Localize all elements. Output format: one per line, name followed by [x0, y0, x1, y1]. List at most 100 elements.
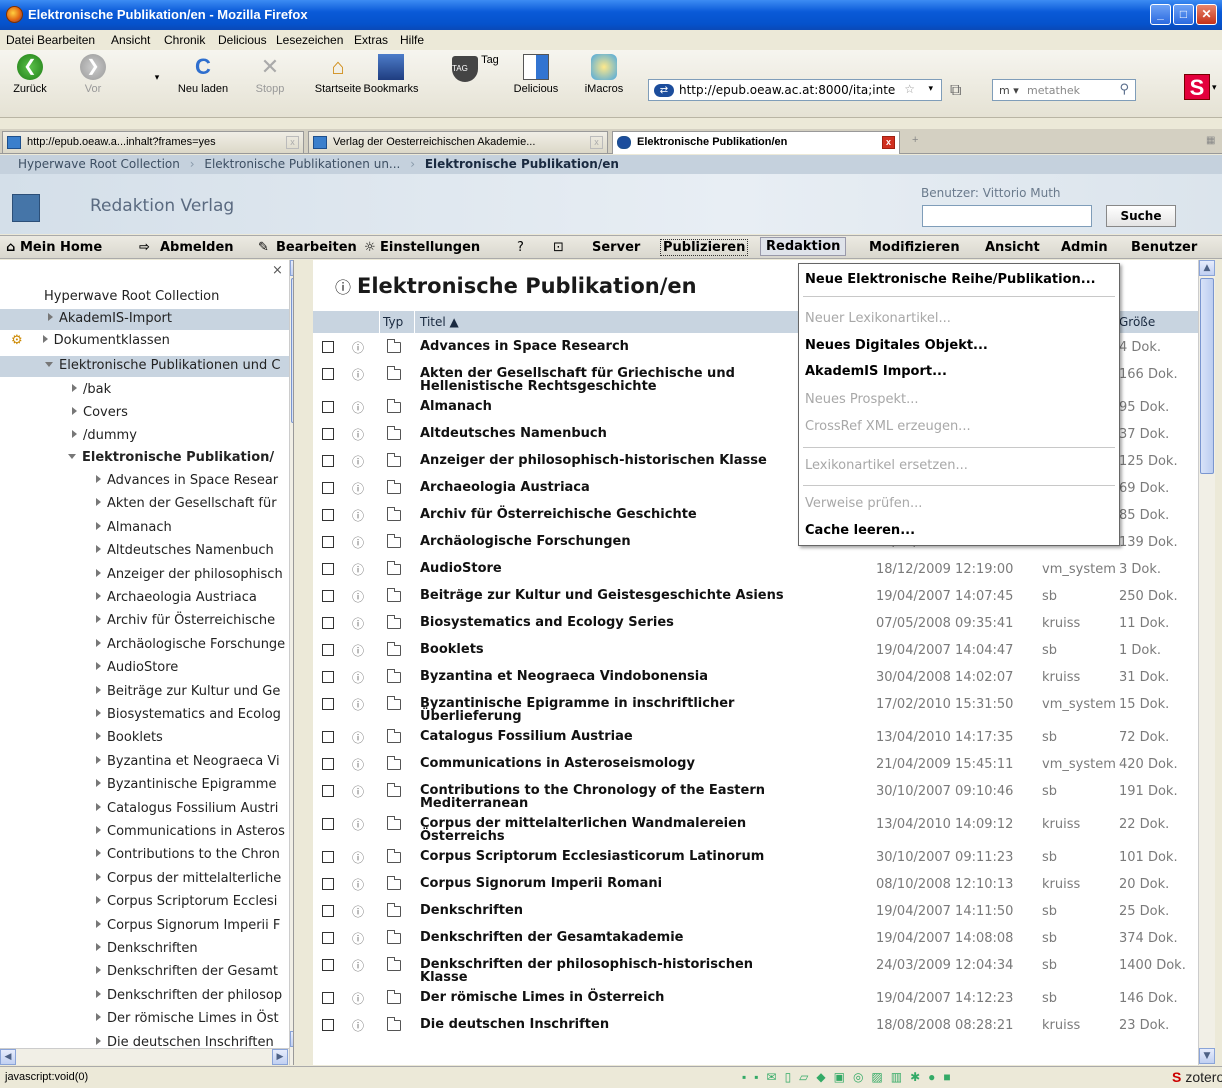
- benutzer-menu[interactable]: Benutzer: [1131, 240, 1197, 255]
- home-button[interactable]: ⌂ Startseite: [308, 54, 368, 95]
- info-icon[interactable]: ⓘ: [352, 957, 364, 974]
- row-checkbox[interactable]: [322, 401, 334, 413]
- close-button[interactable]: ✕: [1196, 4, 1217, 25]
- tree-item[interactable]: Contributions to the Chron: [96, 847, 280, 862]
- table-row[interactable]: ⓘ Denkschriften 19/04/2007 14:11:50 sb 25 Do…: [313, 902, 1198, 929]
- table-row[interactable]: ⓘ AudioStore 18/12/2009 12:19:00 vm_system 3…: [313, 560, 1198, 587]
- info-icon[interactable]: ⓘ: [352, 849, 364, 866]
- tab-1[interactable]: http://epub.oeaw.a...inhalt?frames=yes x: [2, 131, 304, 153]
- row-checkbox[interactable]: [322, 428, 334, 440]
- content-scroll-thumb[interactable]: [1200, 278, 1214, 474]
- screen-grab-icon[interactable]: ⧉: [950, 82, 976, 102]
- overflow-chevron-icon[interactable]: ▾: [1212, 82, 1217, 93]
- tab-close-icon[interactable]: x: [882, 136, 895, 149]
- table-row[interactable]: ⓘ Corpus Signorum Imperii Romani 08/10/200…: [313, 875, 1198, 902]
- row-checkbox[interactable]: [322, 341, 334, 353]
- tag-button[interactable]: TAG Tag: [452, 54, 508, 85]
- tree-item[interactable]: Biosystematics and Ecolog: [96, 707, 281, 722]
- tree-item-covers[interactable]: Covers: [72, 405, 128, 420]
- tree-item[interactable]: Der römische Limes in Öst: [96, 1011, 279, 1026]
- dropdown-item[interactable]: Neues Digitales Objekt...: [805, 338, 988, 353]
- tab-2[interactable]: Verlag der Oesterreichischen Akademie...…: [308, 131, 608, 153]
- row-title[interactable]: Denkschriften der philosophisch-historis…: [420, 958, 800, 984]
- row-checkbox[interactable]: [322, 731, 334, 743]
- tree-item-elektronische-publikation-current[interactable]: Elektronische Publikation/: [68, 450, 274, 465]
- row-title[interactable]: Anzeiger der philosophisch-historischen …: [420, 454, 800, 467]
- row-title[interactable]: AudioStore: [420, 562, 800, 575]
- table-row[interactable]: ⓘ Biosystematics and Ecology Series 07/05/…: [313, 614, 1198, 641]
- row-title[interactable]: Archaeologia Austriaca: [420, 481, 800, 494]
- row-title[interactable]: Contributions to the Chronology of the E…: [420, 784, 800, 810]
- new-tab-icon[interactable]: +: [912, 134, 918, 146]
- col-titel[interactable]: Titel ▲: [420, 315, 459, 329]
- table-row[interactable]: ⓘ Denkschriften der Gesamtakademie 19/04/2…: [313, 929, 1198, 956]
- dropdown-item[interactable]: Cache leeren...: [805, 523, 915, 538]
- info-icon[interactable]: ⓘ: [352, 534, 364, 551]
- tree-item[interactable]: Almanach: [96, 520, 172, 535]
- row-title[interactable]: Corpus Scriptorum Ecclesiasticorum Latin…: [420, 850, 800, 863]
- row-checkbox[interactable]: [322, 644, 334, 656]
- tree-item[interactable]: Beiträge zur Kultur und Ge: [96, 684, 280, 699]
- table-row[interactable]: ⓘ Die deutschen Inschriften 18/08/2008 08:…: [313, 1016, 1198, 1043]
- info-icon[interactable]: ⓘ: [352, 756, 364, 773]
- einstellungen-button[interactable]: Einstellungen: [380, 240, 480, 255]
- table-row[interactable]: ⓘ Byzantinische Epigramme in inschriftlic…: [313, 695, 1198, 728]
- tree-item[interactable]: Corpus der mittelalterliche: [96, 871, 281, 886]
- tree-item[interactable]: Archaeologia Austriaca: [96, 590, 257, 605]
- row-title[interactable]: Archäologische Forschungen: [420, 535, 800, 548]
- tree-root[interactable]: Hyperwave Root Collection: [44, 289, 219, 304]
- info-icon[interactable]: ⓘ: [352, 903, 364, 920]
- row-checkbox[interactable]: [322, 878, 334, 890]
- row-checkbox[interactable]: [322, 992, 334, 1004]
- breadcrumb-root[interactable]: Hyperwave Root Collection: [18, 157, 180, 171]
- reload-button[interactable]: C Neu laden: [172, 54, 234, 95]
- tree-item[interactable]: Byzantina et Neograeca Vi: [96, 754, 280, 769]
- tree-item[interactable]: Booklets: [96, 730, 163, 745]
- search-icon[interactable]: ⚲: [1119, 82, 1129, 97]
- row-title[interactable]: Communications in Asteroseismology: [420, 757, 800, 770]
- row-title[interactable]: Byzantinische Epigramme in inschriftlich…: [420, 697, 800, 723]
- forward-button[interactable]: ❯ Vor: [78, 54, 108, 95]
- info-icon[interactable]: ⓘ: [352, 816, 364, 833]
- info-icon[interactable]: ⓘ: [352, 453, 364, 470]
- tree-item[interactable]: Denkschriften: [96, 941, 198, 956]
- info-icon[interactable]: ⓘ: [352, 615, 364, 632]
- menu-extras[interactable]: Extras: [354, 33, 388, 47]
- info-icon[interactable]: ⓘ: [352, 561, 364, 578]
- info-icon[interactable]: ⓘ: [335, 278, 351, 297]
- abmelden-button[interactable]: Abmelden: [160, 240, 234, 255]
- row-title[interactable]: Der römische Limes in Österreich: [420, 991, 800, 1004]
- tree-item[interactable]: Denkschriften der philosop: [96, 988, 282, 1003]
- row-title[interactable]: Catalogus Fossilium Austriae: [420, 730, 800, 743]
- search-box[interactable]: m ▾ metathek ⚲: [992, 79, 1136, 101]
- row-title[interactable]: Beiträge zur Kultur und Geistesgeschicht…: [420, 589, 800, 602]
- row-title[interactable]: Booklets: [420, 643, 800, 656]
- tree-item[interactable]: AudioStore: [96, 660, 178, 675]
- dropdown-item[interactable]: Neue Elektronische Reihe/Publikation...: [805, 272, 1096, 287]
- tree-item[interactable]: Advances in Space Resear: [96, 473, 278, 488]
- app-search-button[interactable]: Suche: [1106, 205, 1176, 227]
- col-typ[interactable]: Typ: [383, 315, 403, 329]
- info-icon[interactable]: ⓘ: [352, 399, 364, 416]
- admin-menu[interactable]: Admin: [1061, 240, 1108, 255]
- info-icon[interactable]: ⓘ: [352, 480, 364, 497]
- menu-delicious[interactable]: Delicious: [218, 33, 267, 47]
- table-row[interactable]: ⓘ Denkschriften der philosophisch-histori…: [313, 956, 1198, 989]
- content-scroll-down[interactable]: ▼: [1199, 1048, 1215, 1064]
- tree-item[interactable]: Archiv für Österreichische: [96, 613, 275, 628]
- row-title[interactable]: Archiv für Österreichische Geschichte: [420, 508, 800, 521]
- menu-hilfe[interactable]: Hilfe: [400, 33, 424, 47]
- info-icon[interactable]: ⓘ: [352, 990, 364, 1007]
- table-row[interactable]: ⓘ Contributions to the Chronology of the …: [313, 782, 1198, 815]
- row-checkbox[interactable]: [322, 785, 334, 797]
- table-row[interactable]: ⓘ Catalogus Fossilium Austriae 13/04/2010 …: [313, 728, 1198, 755]
- row-checkbox[interactable]: [322, 851, 334, 863]
- row-checkbox[interactable]: [322, 368, 334, 380]
- row-title[interactable]: Die deutschen Inschriften: [420, 1018, 800, 1031]
- addon-status-icons[interactable]: ▪▪✉▯▱◆▣◎▨▥✱●■: [742, 1070, 959, 1084]
- row-checkbox[interactable]: [322, 905, 334, 917]
- tab-3-active[interactable]: Elektronische Publikation/en x: [612, 131, 900, 154]
- redaktion-menu[interactable]: Redaktion: [760, 237, 847, 256]
- bookmarks-button[interactable]: Bookmarks: [362, 54, 420, 95]
- row-title[interactable]: Advances in Space Research: [420, 340, 800, 353]
